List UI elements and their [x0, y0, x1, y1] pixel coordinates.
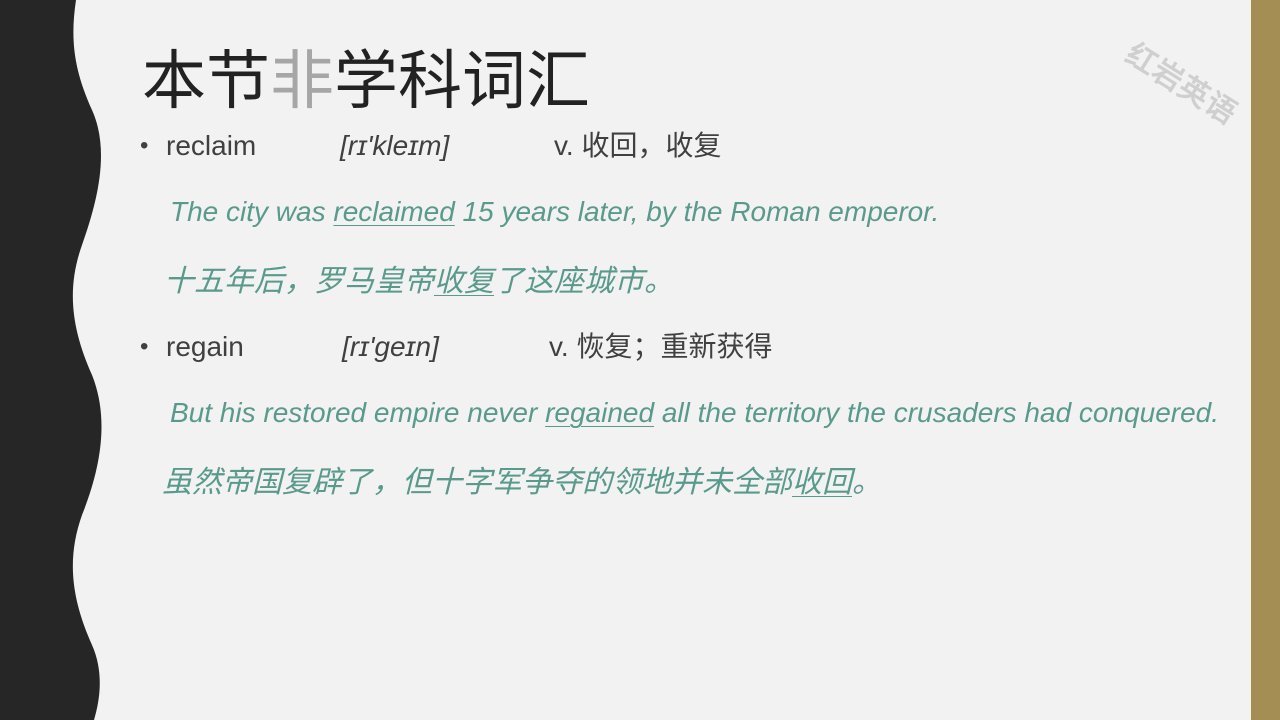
keyword-underlined: reclaimed	[333, 196, 455, 227]
right-accent-bar	[1251, 0, 1280, 720]
bullet: •	[140, 132, 149, 159]
title-part-3: 学科词汇	[334, 45, 590, 119]
example-sentence-en: The city was reclaimed 15 years later, b…	[170, 196, 940, 227]
vocab-entry-regain: • regain [rɪ'geɪn] v. 恢复；重新获得	[140, 329, 820, 365]
watermark: 红岩英语	[1119, 36, 1243, 133]
keyword-underlined: 收回	[792, 465, 852, 500]
vocab-entry-reclaim: • reclaim [rɪ'kleɪm] v. 收回，收复	[140, 128, 780, 164]
keyword-underlined: regained	[545, 397, 655, 428]
example-sentence-en: But his restored empire never regained a…	[170, 397, 1220, 428]
keyword-underlined: 收复	[434, 264, 494, 299]
left-wave-decoration	[0, 0, 102, 720]
vocab-meaning: v. 收回，收复	[554, 130, 722, 161]
title-highlight: 非	[270, 45, 334, 119]
title-part-1: 本节	[142, 45, 270, 119]
page-title: 本节非学科词汇	[142, 42, 590, 122]
example-sentence-zh: 十五年后，罗马皇帝收复了这座城市。	[164, 264, 674, 299]
vocab-word: regain	[166, 331, 244, 362]
bullet: •	[140, 333, 149, 360]
vocab-phonetic: [rɪ'geɪn]	[342, 331, 439, 362]
vocab-meaning: v. 恢复；重新获得	[549, 331, 773, 362]
vocab-phonetic: [rɪ'kleɪm]	[340, 130, 450, 161]
example-sentence-zh: 虽然帝国复辟了，但十字军争夺的领地并未全部收回。	[162, 465, 882, 500]
vocab-word: reclaim	[166, 130, 257, 161]
